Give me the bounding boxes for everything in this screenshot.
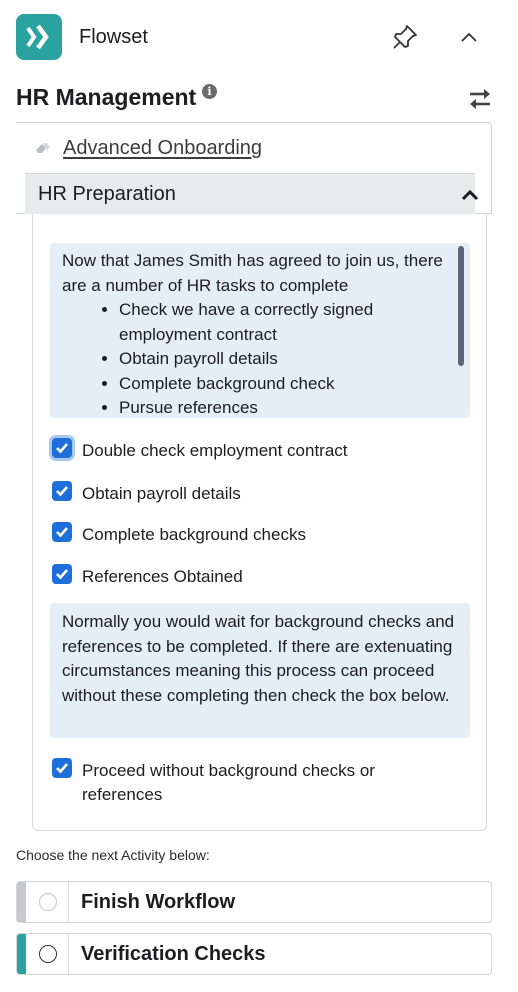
- instructions-scrollbar[interactable]: [458, 246, 464, 366]
- app-header: Flowset: [0, 0, 518, 76]
- radio-verification-checks[interactable]: [39, 945, 57, 963]
- note-text: Normally you would wait for background c…: [62, 612, 455, 705]
- checkbox-double-check-contract[interactable]: [52, 438, 72, 458]
- checkbox-label: Double check employment contract: [82, 441, 348, 460]
- option-accent-bar: [17, 882, 26, 922]
- task-bullet: Obtain payroll details: [119, 347, 458, 372]
- app-name: Flowset: [79, 26, 148, 48]
- workflow-card: Advanced Onboarding HR Preparation: [16, 122, 492, 214]
- checkbox-row[interactable]: Double check employment contract: [52, 434, 472, 464]
- instructions-text: Now that James Smith has agreed to join …: [62, 249, 458, 418]
- instructions-box[interactable]: Now that James Smith has agreed to join …: [50, 243, 470, 418]
- option-radio-cell: [26, 882, 69, 922]
- checkbox-row[interactable]: Proceed without background checks or ref…: [52, 754, 472, 810]
- option-radio-cell: [26, 934, 69, 974]
- checkbox-label: Proceed without background checks or ref…: [82, 761, 375, 804]
- task-bullet: Complete background check: [119, 372, 458, 397]
- info-icon[interactable]: i: [202, 84, 217, 99]
- chevron-up-icon[interactable]: [461, 188, 479, 201]
- pin-icon[interactable]: [390, 22, 420, 52]
- instructions-intro: Now that James Smith has agreed to join …: [62, 251, 443, 295]
- note-box: Normally you would wait for background c…: [50, 603, 470, 738]
- option-finish-workflow[interactable]: Finish Workflow: [16, 881, 492, 923]
- chevron-up-icon[interactable]: [455, 26, 483, 50]
- checkbox-background-checks[interactable]: [52, 522, 72, 542]
- checkbox-label: References Obtained: [82, 567, 243, 586]
- checkbox-row[interactable]: Obtain payroll details: [52, 477, 472, 507]
- swap-arrows-icon[interactable]: [466, 86, 494, 112]
- task-bullet: Pursue references: [119, 396, 458, 418]
- checkbox-label: Obtain payroll details: [82, 484, 241, 503]
- next-activity-label: Choose the next Activity below:: [16, 847, 210, 863]
- checkbox-row[interactable]: References Obtained: [52, 560, 472, 590]
- checkbox-payroll-details[interactable]: [52, 481, 72, 501]
- option-accent-bar: [17, 934, 26, 974]
- workflow-link[interactable]: Advanced Onboarding: [63, 137, 262, 160]
- checkbox-row[interactable]: Complete background checks: [52, 518, 472, 548]
- option-verification-checks[interactable]: Verification Checks: [16, 933, 492, 975]
- task-bullet-list: Check we have a correctly signed employm…: [62, 298, 458, 418]
- checkbox-references-obtained[interactable]: [52, 564, 72, 584]
- radio-finish-workflow[interactable]: [39, 893, 57, 911]
- option-label: Verification Checks: [81, 943, 266, 965]
- activity-title: HR Preparation: [38, 183, 176, 205]
- flowset-logo-icon: [16, 14, 62, 60]
- activity-header[interactable]: HR Preparation: [25, 173, 479, 214]
- eraser-icon: [34, 141, 52, 155]
- checkbox-label: Complete background checks: [82, 525, 306, 544]
- workflow-row: Advanced Onboarding: [25, 123, 475, 173]
- checkbox-proceed-without-checks[interactable]: [52, 758, 72, 778]
- section-title: HR Management: [16, 84, 197, 110]
- task-bullet: Check we have a correctly signed employm…: [119, 298, 458, 347]
- option-label: Finish Workflow: [81, 891, 236, 913]
